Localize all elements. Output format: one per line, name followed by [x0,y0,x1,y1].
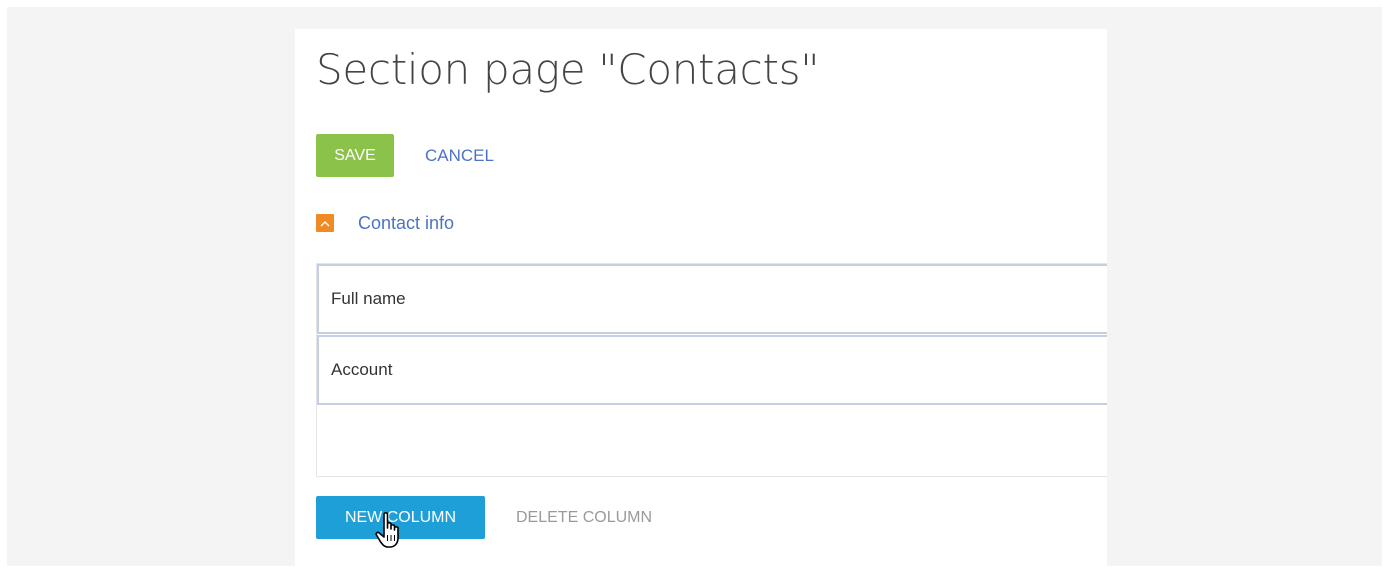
screen-background: Section page "Contacts" SAVE CANCEL Cont… [7,7,1382,570]
contact-info-group-header[interactable]: Contact info [316,210,454,236]
columns-area: Full name Account [316,263,1107,477]
column-item-full-name[interactable]: Full name [317,264,1107,334]
delete-column-button[interactable]: DELETE COLUMN [516,496,652,539]
group-label: Contact info [358,212,455,233]
save-button[interactable]: SAVE [316,134,394,177]
cancel-button[interactable]: CANCEL [425,134,494,177]
hand-pointer-icon [375,512,399,548]
chevron-up-icon[interactable] [316,214,334,232]
section-page-panel: Section page "Contacts" SAVE CANCEL Cont… [295,29,1107,570]
chevron-up-glyph [320,220,330,226]
column-item-account[interactable]: Account [317,335,1107,405]
page-title: Section page "Contacts" [316,45,820,94]
